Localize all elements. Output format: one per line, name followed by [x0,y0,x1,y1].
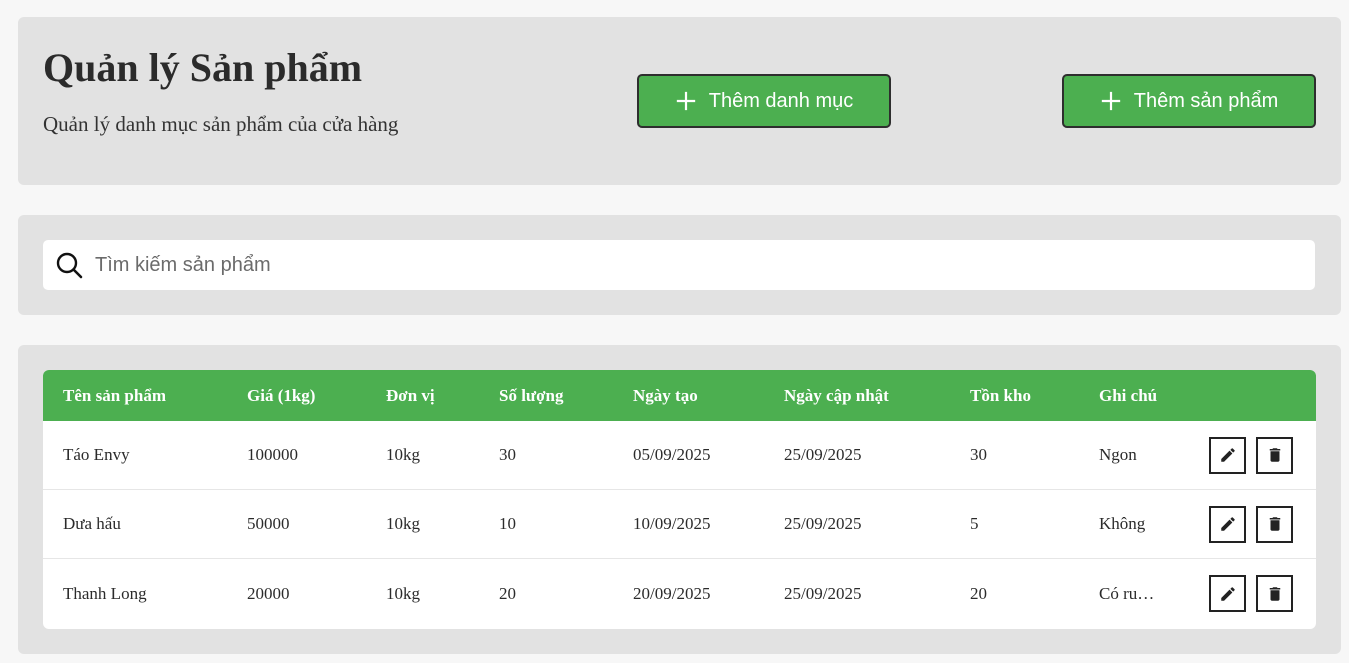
cell-stock: 20 [970,583,987,603]
cell-unit: 10kg [386,514,420,533]
cell-quantity: 30 [499,445,516,464]
plus-icon [1101,91,1120,111]
search-box[interactable] [43,240,1315,290]
column-header-created: Ngày tạo [633,385,698,405]
edit-button[interactable] [1209,575,1246,612]
search-panel [18,215,1341,315]
cell-name: Táo Envy [63,445,130,464]
trash-icon [1269,517,1280,531]
add-product-label: Thêm sản phẩm [1133,89,1279,112]
add-category-label: Thêm danh mục [708,89,854,112]
cell-quantity: 20 [499,583,516,603]
edit-button[interactable] [1209,505,1246,543]
cell-name: Dưa hấu [63,514,121,533]
search-input[interactable] [95,253,1275,277]
cell-updated: 25/09/2025 [784,514,862,533]
cell-price: 100000 [247,445,298,464]
table-row: Dưa hấu 50000 10kg 10 10/09/2025 25/09/2025 5 K… [43,490,1316,559]
add-product-button[interactable]: Thêm sản phẩm [1062,74,1316,128]
cell-name: Thanh Long [63,583,147,603]
cell-created: 20/09/2025 [633,583,711,603]
column-header-name: Tên sản phẩm [63,385,166,405]
delete-button[interactable] [1256,575,1293,612]
trash-icon [1269,586,1280,601]
cell-note: Ngon [1099,445,1137,464]
cell-price: 20000 [247,583,290,603]
cell-stock: 5 [970,514,979,533]
column-header-price: Giá (1kg) [247,385,316,405]
cell-unit: 10kg [386,445,420,464]
table-row: Thanh Long 20000 10kg 20 20/09/2025 25/09/202… [43,559,1316,628]
table-body: Táo Envy 100000 10kg 30 05/09/2025 25/09/2025… [43,421,1316,628]
delete-button[interactable] [1256,436,1293,474]
cell-quantity: 10 [499,514,516,533]
column-header-quantity: Số lượng [499,385,564,405]
edit-button[interactable] [1209,436,1246,474]
column-header-unit: Đơn vị [386,385,435,405]
column-header-stock: Tồn kho [970,385,1031,405]
search-icon [56,252,83,279]
table-header: Tên sản phẩm Giá (1kg) Đơn vị Số lượng Ngày … [43,370,1316,421]
cell-stock: 30 [970,445,987,464]
cell-created: 10/09/2025 [633,514,711,533]
page-title: Quản lý Sản phẩm [43,45,363,90]
table-panel: Tên sản phẩm Giá (1kg) Đơn vị Số lượng Ngày … [18,345,1341,654]
product-table: Tên sản phẩm Giá (1kg) Đơn vị Số lượng Ngày … [43,370,1316,629]
pencil-icon [1220,517,1235,531]
cell-unit: 10kg [386,583,420,603]
page-subtitle: Quản lý danh mục sản phẩm của cửa hàng [43,112,399,136]
column-header-note: Ghi chú [1099,385,1158,405]
header-panel: Quản lý Sản phẩm Quản lý danh mục sản ph… [18,17,1341,185]
add-category-button[interactable]: Thêm danh mục [637,74,891,128]
table-row: Táo Envy 100000 10kg 30 05/09/2025 25/09/2025… [43,421,1316,490]
plus-icon [676,91,695,111]
column-header-updated: Ngày cập nhật [784,385,889,405]
cell-created: 05/09/2025 [633,445,711,464]
delete-button[interactable] [1256,505,1293,543]
cell-updated: 25/09/2025 [784,445,862,464]
cell-price: 50000 [247,514,290,533]
cell-updated: 25/09/2025 [784,583,862,603]
pencil-icon [1220,586,1235,601]
trash-icon [1269,448,1280,462]
cell-note: Có ru… [1099,583,1155,603]
pencil-icon [1220,448,1235,462]
cell-note: Không [1099,514,1146,533]
